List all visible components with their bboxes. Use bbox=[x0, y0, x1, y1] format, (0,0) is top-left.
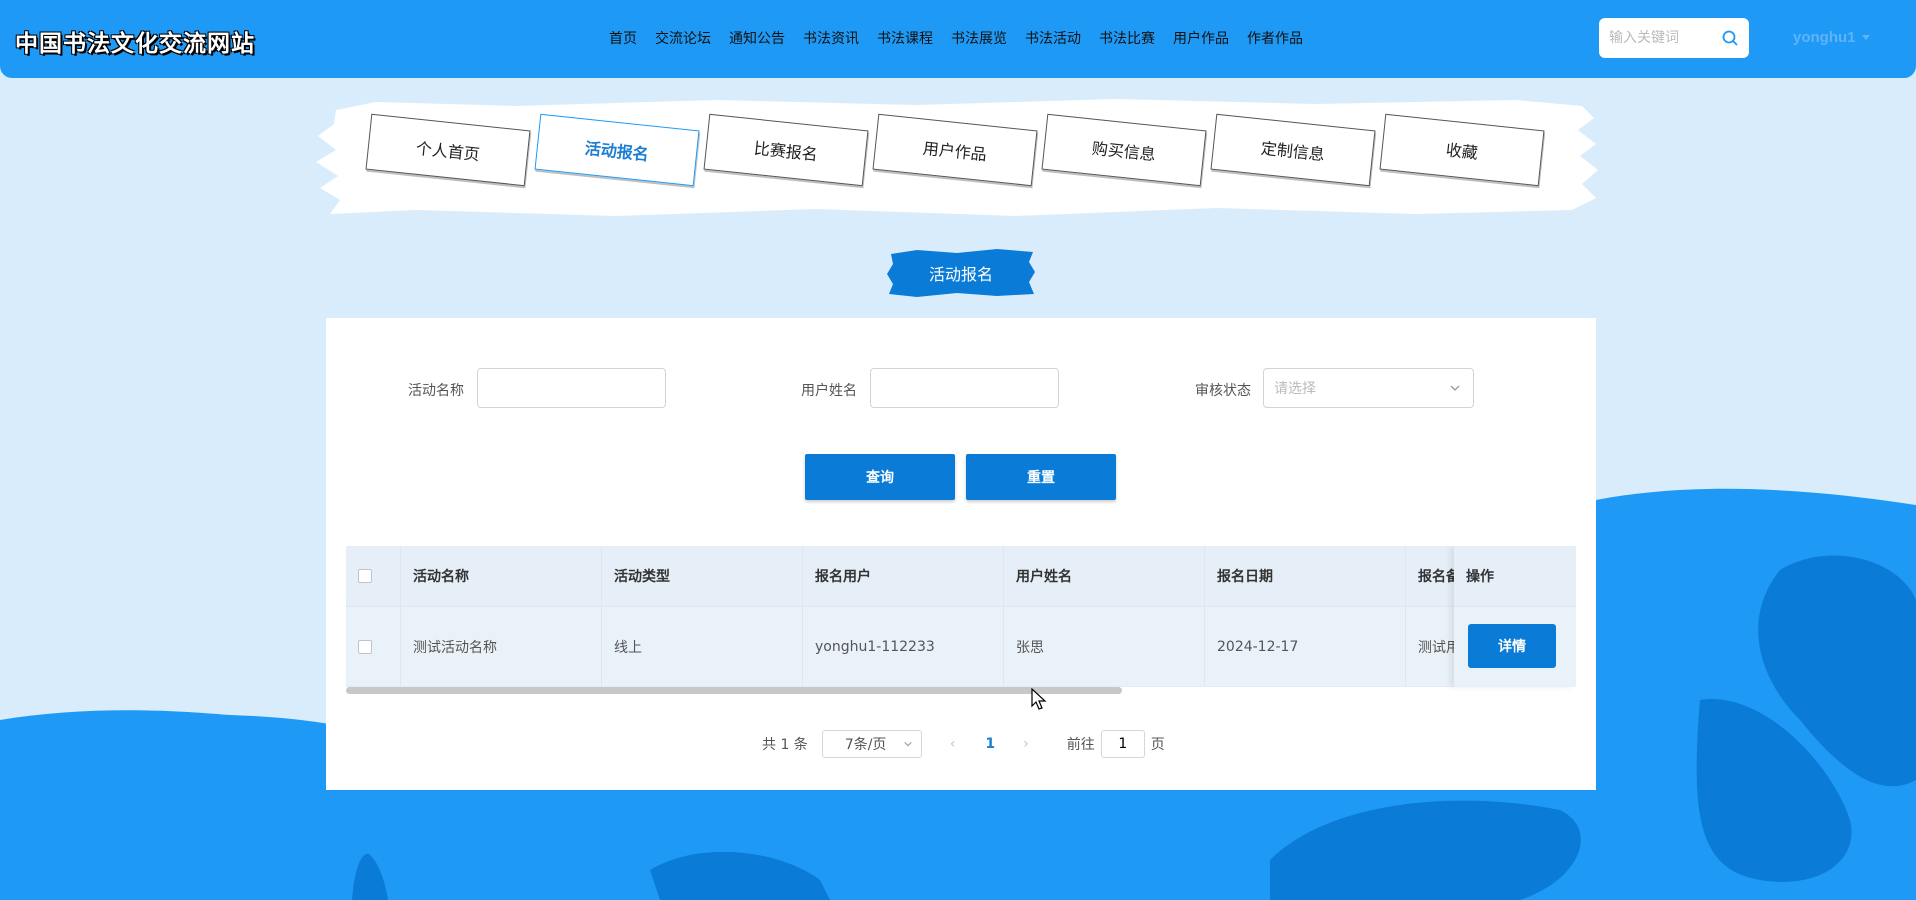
site-title[interactable]: 中国书法文化交流网站 bbox=[15, 24, 255, 58]
next-page-button[interactable]: › bbox=[1023, 736, 1029, 752]
column-header[interactable]: 报名用户 bbox=[803, 546, 1004, 606]
search-input[interactable] bbox=[1609, 30, 1719, 46]
review-status-placeholder: 请选择 bbox=[1274, 381, 1316, 397]
page-size-select[interactable]: 7条/页 bbox=[821, 730, 922, 758]
scrollbar-thumb[interactable] bbox=[346, 687, 1122, 694]
table-row: 测试活动名称 线上 yonghu1-112233 张思 2024-12-17 测… bbox=[346, 607, 1576, 687]
nav-item-user-works[interactable]: 用户作品 bbox=[1164, 28, 1238, 48]
search-icon[interactable] bbox=[1721, 29, 1739, 47]
nav-item-exhibitions[interactable]: 书法展览 bbox=[942, 28, 1016, 48]
goto-prefix: 前往 bbox=[1066, 737, 1095, 753]
column-header[interactable]: 活动类型 bbox=[602, 546, 803, 606]
nav-item-courses[interactable]: 书法课程 bbox=[868, 28, 942, 48]
column-header[interactable]: 报名日期 bbox=[1205, 546, 1406, 606]
user-name-label: 用户姓名 bbox=[801, 383, 857, 399]
reset-button[interactable]: 重置 bbox=[966, 454, 1116, 500]
row-checkbox[interactable] bbox=[358, 639, 372, 654]
detail-button[interactable]: 详情 bbox=[1468, 624, 1556, 668]
review-status-select[interactable]: 请选择 bbox=[1263, 368, 1474, 408]
page-number[interactable]: 1 bbox=[985, 736, 995, 752]
page-size-value: 7条/页 bbox=[844, 737, 887, 753]
chevron-down-icon bbox=[904, 741, 912, 747]
table-cell: 张思 bbox=[1004, 607, 1205, 686]
main-panel: 活动名称 用户姓名 审核状态 请选择 查询 重置 活动名称 活动类型 报名用户 … bbox=[326, 318, 1596, 790]
row-select-cell bbox=[346, 607, 401, 686]
goto-page-input[interactable] bbox=[1100, 730, 1145, 758]
caret-down-icon bbox=[1861, 35, 1870, 40]
nav-item-forum[interactable]: 交流论坛 bbox=[646, 28, 720, 48]
nav-item-activities[interactable]: 书法活动 bbox=[1016, 28, 1090, 48]
prev-page-button[interactable]: ‹ bbox=[950, 736, 956, 752]
table-header: 活动名称 活动类型 报名用户 用户姓名 报名日期 报名备 bbox=[346, 546, 1576, 607]
user-menu[interactable]: yonghu1 bbox=[1793, 29, 1870, 46]
table-cell: 测试活动名称 bbox=[401, 607, 602, 686]
user-name-input[interactable] bbox=[870, 368, 1059, 408]
activity-name-input[interactable] bbox=[477, 368, 666, 408]
section-title-text: 活动报名 bbox=[928, 265, 993, 284]
table-horizontal-scrollbar[interactable] bbox=[346, 686, 1576, 696]
main-nav: 首页 交流论坛 通知公告 书法资讯 书法课程 书法展览 书法活动 书法比赛 用户… bbox=[600, 28, 1312, 48]
query-button[interactable]: 查询 bbox=[805, 454, 955, 500]
pagination: 共 1 条 7条/页 ‹ 1 › 前往 页 bbox=[762, 730, 1165, 758]
data-table: 活动名称 活动类型 报名用户 用户姓名 报名日期 报名备 测试活动名称 线上 y… bbox=[346, 546, 1576, 698]
operation-header: 操作 bbox=[1454, 546, 1576, 607]
select-all-checkbox[interactable] bbox=[358, 569, 372, 583]
search-box bbox=[1599, 18, 1749, 58]
username: yonghu1 bbox=[1793, 29, 1856, 46]
nav-item-home[interactable]: 首页 bbox=[600, 28, 646, 48]
top-header: 中国书法文化交流网站 首页 交流论坛 通知公告 书法资讯 书法课程 书法展览 书… bbox=[0, 0, 1916, 78]
operation-column: 操作 详情 bbox=[1454, 546, 1576, 687]
review-status-label: 审核状态 bbox=[1195, 383, 1251, 399]
total-count: 共 1 条 bbox=[762, 737, 808, 753]
nav-item-competitions[interactable]: 书法比赛 bbox=[1090, 28, 1164, 48]
nav-item-notices[interactable]: 通知公告 bbox=[720, 28, 794, 48]
mouse-cursor-icon bbox=[1031, 688, 1047, 710]
column-header[interactable]: 活动名称 bbox=[401, 546, 602, 606]
nav-item-author-works[interactable]: 作者作品 bbox=[1238, 28, 1312, 48]
table-cell: yonghu1-112233 bbox=[803, 607, 1004, 686]
activity-name-label: 活动名称 bbox=[408, 383, 464, 399]
section-title: 活动报名 bbox=[887, 248, 1035, 298]
header-select-cell bbox=[346, 546, 401, 606]
chevron-down-icon bbox=[1450, 385, 1460, 391]
table-cell: 2024-12-17 bbox=[1205, 607, 1406, 686]
goto-suffix: 页 bbox=[1150, 737, 1165, 753]
table-cell: 线上 bbox=[602, 607, 803, 686]
column-header[interactable]: 用户姓名 bbox=[1004, 546, 1205, 606]
nav-item-news[interactable]: 书法资讯 bbox=[794, 28, 868, 48]
